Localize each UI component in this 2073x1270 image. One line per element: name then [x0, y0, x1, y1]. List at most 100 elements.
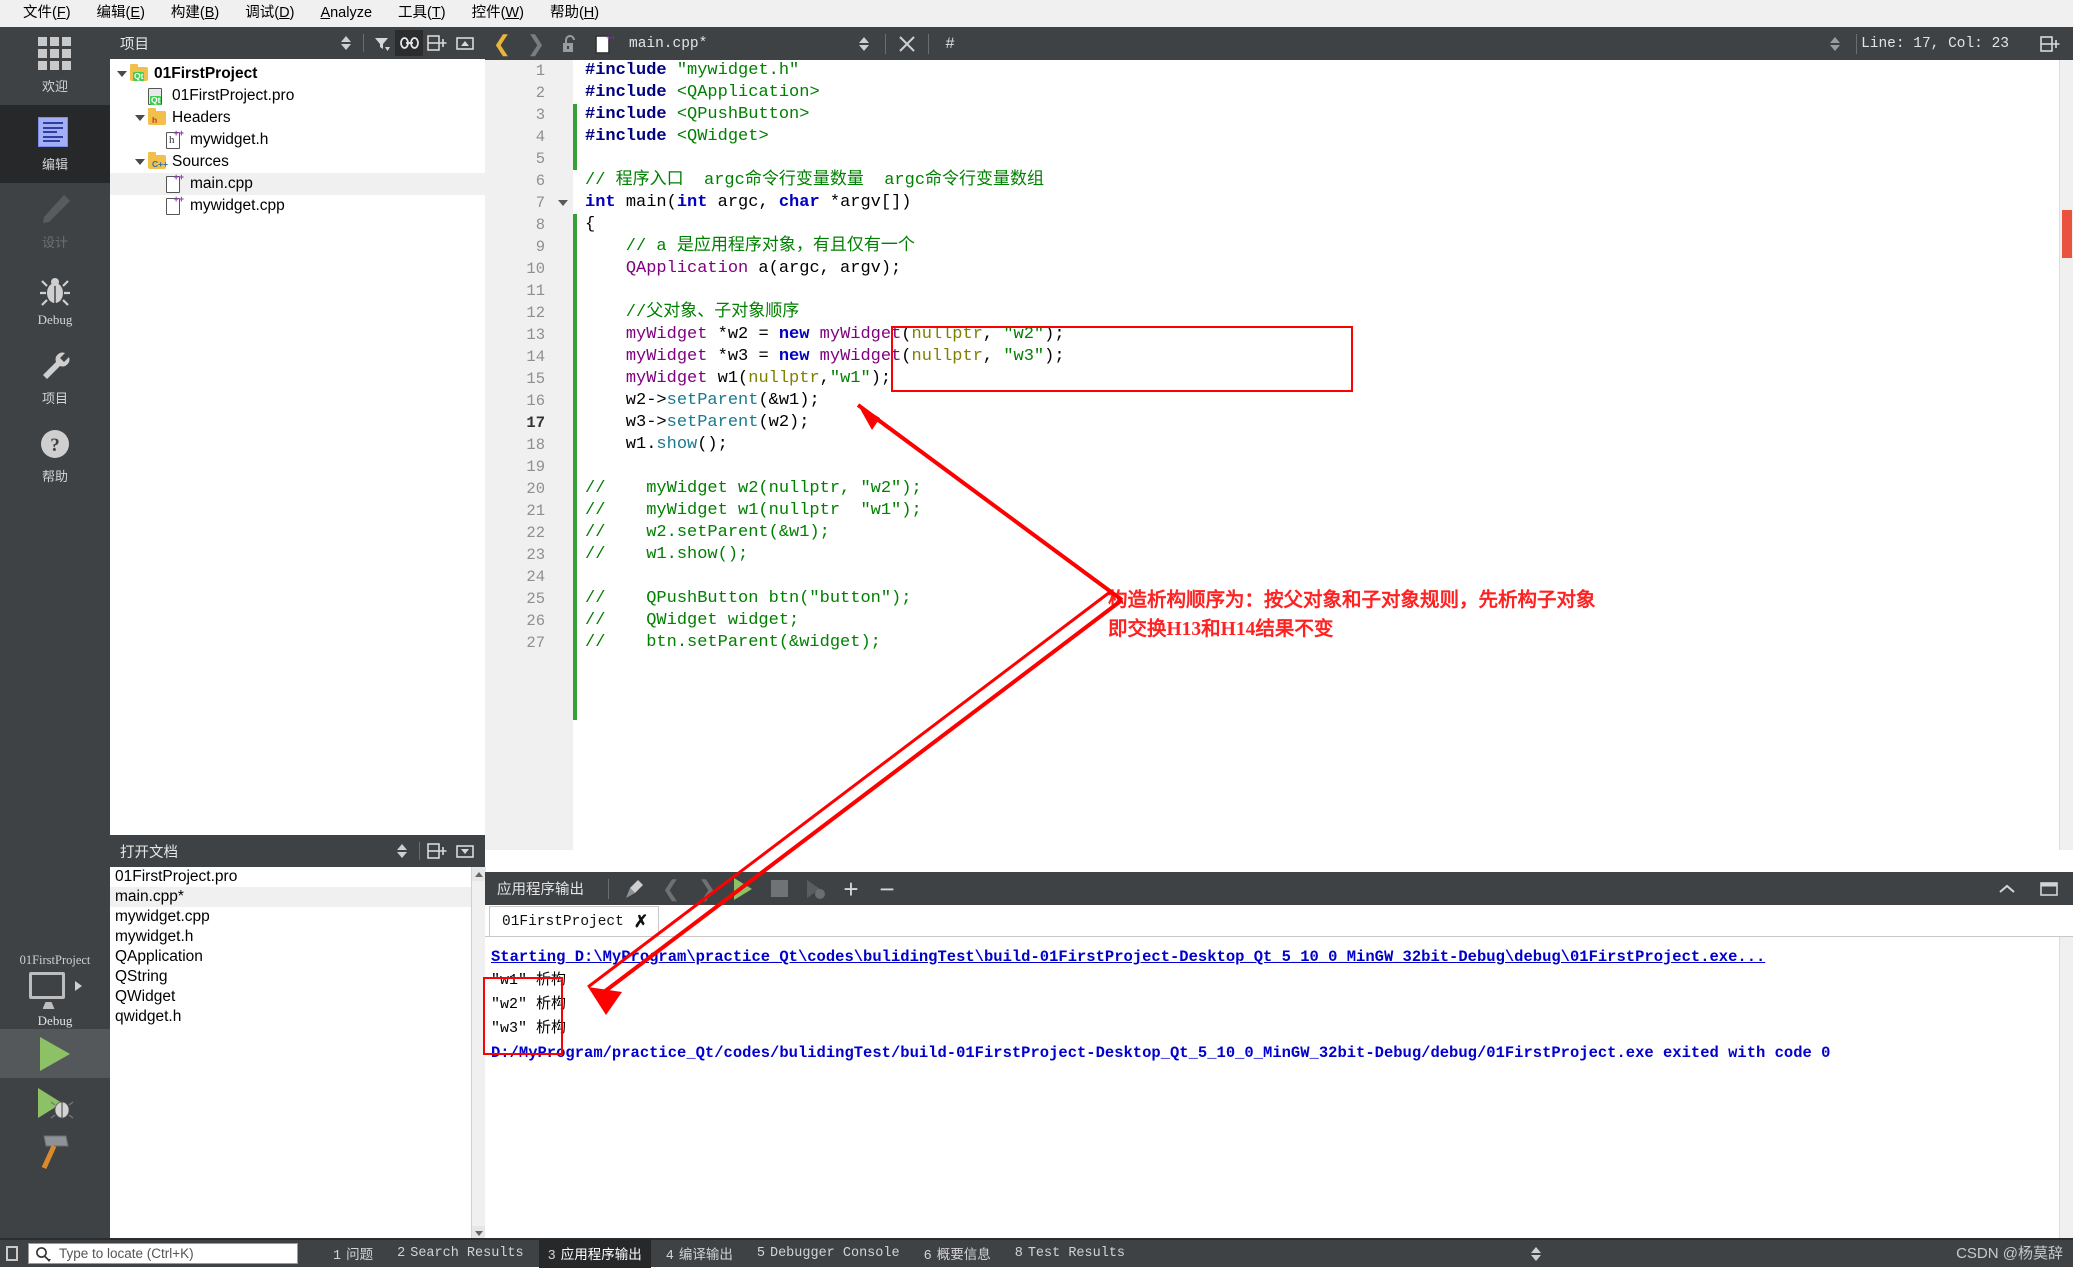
fold-marker[interactable]	[555, 148, 573, 170]
code-line[interactable]: QApplication a(argc, argv);	[577, 258, 2059, 280]
filter-icon[interactable]	[367, 30, 395, 56]
code-line[interactable]: #include <QPushButton>	[577, 104, 2059, 126]
project-tree[interactable]: Qt 01FirstProject Qt 01FirstProject.pro h Hea…	[110, 59, 485, 217]
code-line[interactable]: // myWidget w2(nullptr, "w2");	[577, 478, 2059, 500]
link-icon[interactable]	[395, 30, 423, 56]
fold-marker[interactable]	[555, 346, 573, 368]
statusbar-tab-概要信息[interactable]: 6 概要信息	[915, 1239, 1000, 1268]
fold-marker[interactable]	[555, 126, 573, 148]
fold-marker[interactable]	[555, 258, 573, 280]
fold-marker[interactable]	[555, 566, 573, 588]
plus-icon[interactable]: +	[833, 872, 869, 905]
fold-marker[interactable]	[555, 192, 573, 214]
editor-scroll-thumb[interactable]	[2062, 210, 2072, 258]
fold-marker[interactable]	[555, 82, 573, 104]
open-documents-list[interactable]: 01FirstProject.pro main.cpp* mywidget.cpp m…	[110, 867, 485, 1027]
output-line-0[interactable]: Starting D:\MyProgram\practice_Qt\codes\…	[487, 945, 2073, 969]
fold-column[interactable]	[555, 60, 573, 850]
code-line[interactable]	[577, 566, 2059, 588]
split-add-icon[interactable]	[423, 30, 451, 56]
code-line[interactable]	[577, 148, 2059, 170]
fold-marker[interactable]	[555, 280, 573, 302]
fold-marker[interactable]	[555, 434, 573, 456]
open-document-01FirstProject.pro[interactable]: 01FirstProject.pro	[110, 867, 485, 887]
code-line[interactable]: w2->setParent(&w1);	[577, 390, 2059, 412]
code-text-area[interactable]: #include "mywidget.h" #include <QApplicat…	[577, 60, 2059, 850]
fold-marker[interactable]	[555, 368, 573, 390]
output-tabs[interactable]: 01FirstProject ✗	[485, 905, 2073, 937]
statusbar-tab-问题[interactable]: 1 问题	[324, 1239, 382, 1268]
fold-marker[interactable]	[555, 412, 573, 434]
fold-marker[interactable]	[555, 302, 573, 324]
statusbar-updown-icon[interactable]	[1519, 1237, 1553, 1270]
fold-marker[interactable]	[555, 324, 573, 346]
updown-icon[interactable]	[1818, 27, 1852, 60]
code-line[interactable]: // w2.setParent(&w1);	[577, 522, 2059, 544]
code-line[interactable]: // a 是应用程序对象，有且仅有一个	[577, 236, 2059, 258]
minus-icon[interactable]: −	[869, 872, 905, 905]
mode-button-项目[interactable]: 项目	[0, 339, 110, 417]
code-line[interactable]	[577, 456, 2059, 478]
maximize-icon[interactable]	[2031, 872, 2067, 905]
rerun-icon[interactable]	[797, 872, 833, 905]
output-text-body[interactable]: Starting D:\MyProgram\practice_Qt\codes\…	[485, 937, 2073, 1240]
fold-marker[interactable]	[555, 60, 573, 82]
hash-icon[interactable]: #	[933, 27, 967, 60]
output-tab[interactable]: 01FirstProject ✗	[489, 906, 660, 936]
kit-selector[interactable]: 01FirstProject Debug	[0, 945, 110, 1240]
tree-item-mywidget.h[interactable]: h ++ mywidget.h	[110, 128, 485, 151]
code-line[interactable]	[577, 280, 2059, 302]
file-dropdown-icon[interactable]	[847, 27, 881, 60]
mode-button-编辑[interactable]: 编辑	[0, 105, 110, 183]
code-line[interactable]: #include <QApplication>	[577, 82, 2059, 104]
output-scrollbar[interactable]	[2059, 937, 2073, 1240]
fold-marker[interactable]	[555, 610, 573, 632]
menu-item-7[interactable]: 帮助(H)	[537, 0, 612, 27]
statusbar-tab-Test Results[interactable]: 8 Test Results	[1006, 1242, 1134, 1265]
output-pane-tabs[interactable]: 1 问题 2 Search Results 3 应用程序输出 4 编译输出 5 Debugger …	[318, 1239, 1134, 1268]
debug-button[interactable]	[0, 1078, 110, 1127]
dropdown-icon[interactable]	[451, 838, 479, 864]
forward-arrow-icon[interactable]: ❯	[519, 27, 553, 60]
code-editor[interactable]: 1 2 3 4 5 6 7 8 9 10 11 12 13 14 15 16 17 18 19 20 21 22 23 24 2…	[485, 60, 2073, 850]
run-button[interactable]	[0, 1029, 110, 1078]
menu-item-0[interactable]: 文件(F)	[10, 0, 84, 27]
broom-icon[interactable]	[617, 872, 653, 905]
fold-marker[interactable]	[555, 390, 573, 412]
code-line[interactable]: // 程序入口 argc命令行变量数量 argc命令行变量数组	[577, 170, 2059, 192]
sync-updown-icon[interactable]	[332, 30, 360, 56]
fold-marker[interactable]	[555, 588, 573, 610]
back-arrow-icon[interactable]: ❮	[485, 27, 519, 60]
menu-item-1[interactable]: 编辑(E)	[84, 0, 158, 27]
fold-marker[interactable]	[555, 632, 573, 654]
fold-marker[interactable]	[555, 170, 573, 192]
fold-marker[interactable]	[555, 456, 573, 478]
toggle-sidebar-icon[interactable]	[0, 1240, 24, 1267]
menu-item-2[interactable]: 构建(B)	[158, 0, 232, 27]
code-line[interactable]: #include <QWidget>	[577, 126, 2059, 148]
unlock-icon[interactable]	[553, 27, 587, 60]
next-icon[interactable]: ❯	[689, 872, 725, 905]
open-document-QWidget[interactable]: QWidget	[110, 987, 485, 1007]
mode-button-Debug[interactable]: Debug	[0, 261, 110, 339]
chevron-down-icon[interactable]	[132, 151, 148, 173]
code-line[interactable]: //父对象、子对象顺序	[577, 302, 2059, 324]
menu-item-3[interactable]: 调试(D)	[232, 0, 307, 27]
stop-icon[interactable]	[761, 872, 797, 905]
split-add-icon[interactable]	[2033, 27, 2067, 60]
tree-item-mywidget.cpp[interactable]: ++ mywidget.cpp	[110, 194, 485, 217]
chevron-down-icon[interactable]	[114, 63, 130, 85]
mode-button-欢迎[interactable]: 欢迎	[0, 27, 110, 105]
code-line[interactable]: int main(int argc, char *argv[])	[577, 192, 2059, 214]
open-document-qwidget.h[interactable]: qwidget.h	[110, 1007, 485, 1027]
statusbar-tab-Debugger Console[interactable]: 5 Debugger Console	[748, 1242, 909, 1265]
open-document-QString[interactable]: QString	[110, 967, 485, 987]
open-document-mywidget.cpp[interactable]: mywidget.cpp	[110, 907, 485, 927]
code-line[interactable]: w1.show();	[577, 434, 2059, 456]
run-icon[interactable]	[725, 872, 761, 905]
sync-updown-icon[interactable]	[388, 838, 416, 864]
fold-marker[interactable]	[555, 522, 573, 544]
code-line[interactable]: {	[577, 214, 2059, 236]
prev-icon[interactable]: ❮	[653, 872, 689, 905]
code-line[interactable]: // myWidget w1(nullptr "w1");	[577, 500, 2059, 522]
